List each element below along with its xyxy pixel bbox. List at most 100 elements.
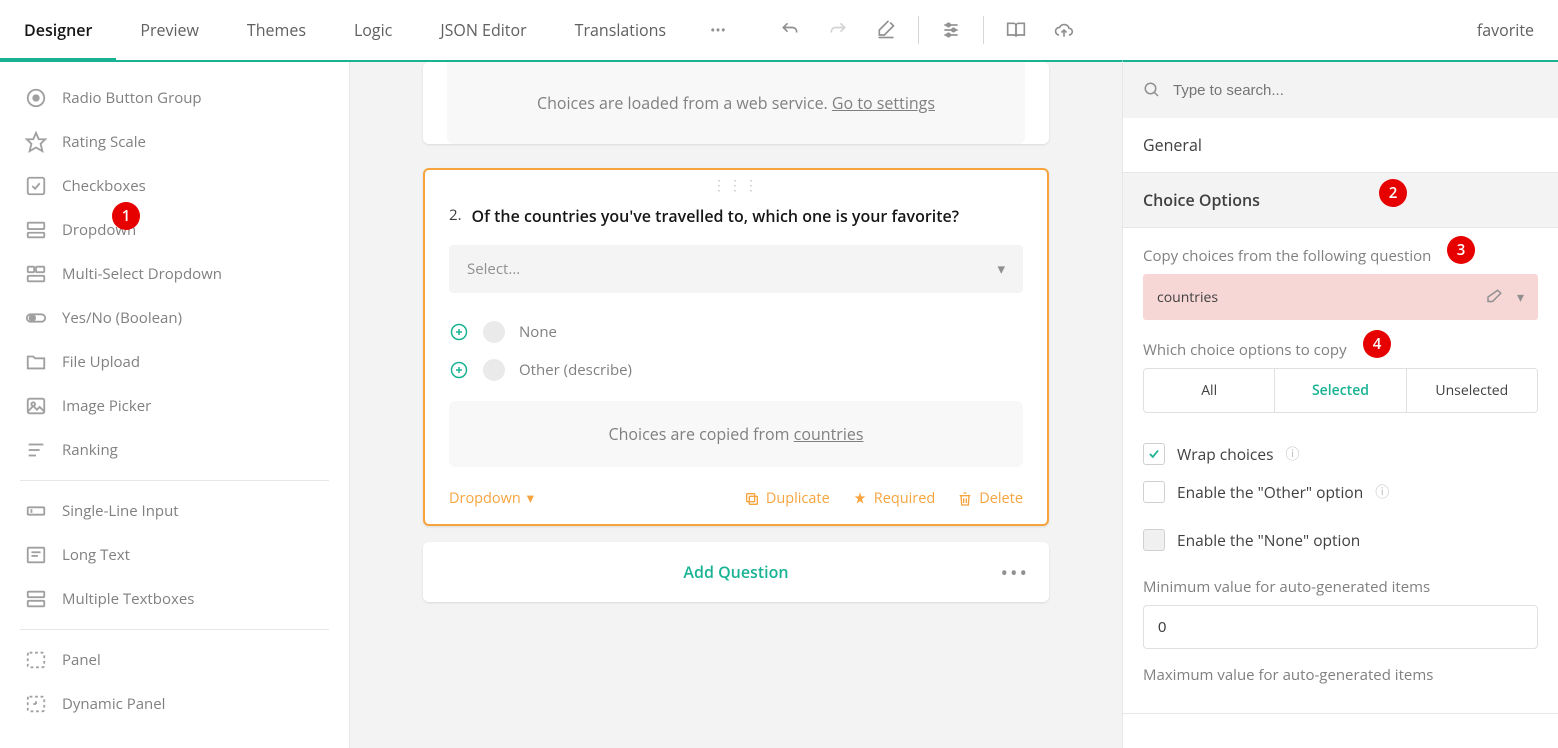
checkbox-icon [24, 174, 48, 198]
dropdown-preview[interactable]: Select... ▾ [449, 245, 1023, 293]
which-copy-label: Which choice options to copy 4 [1143, 340, 1538, 360]
erase-button[interactable] [862, 6, 910, 54]
tab-themes[interactable]: Themes [223, 0, 330, 60]
redo-button[interactable] [814, 6, 862, 54]
step-badge-4: 4 [1363, 330, 1391, 358]
toolbox-item-label: Radio Button Group [62, 88, 202, 108]
required-button[interactable]: Required [852, 489, 935, 508]
option-other-row[interactable]: Other (describe) [449, 351, 1023, 389]
toolbox-item-ranking[interactable]: Ranking [0, 428, 349, 472]
book-icon[interactable] [992, 6, 1040, 54]
toolbox-item-label: Long Text [62, 545, 130, 565]
copy-mode-selected[interactable]: Selected [1274, 369, 1405, 412]
webservice-notice: Choices are loaded from a web service. G… [447, 62, 1025, 144]
toolbox-item-radiogroup[interactable]: Radio Button Group [0, 76, 349, 120]
add-option-icon[interactable] [449, 322, 469, 342]
drag-handle-icon[interactable]: ⋮⋮⋮ [425, 170, 1047, 201]
toolbox-item-text[interactable]: Single-Line Input [0, 489, 349, 533]
add-question-menu-icon[interactable]: ••• [1000, 559, 1029, 586]
min-auto-input[interactable] [1143, 605, 1538, 649]
toolbox-item-label: Dynamic Panel [62, 694, 165, 714]
step-badge-1: 1 [112, 202, 140, 230]
question-title[interactable]: 2. Of the countries you've travelled to,… [449, 205, 1023, 227]
option-label: None [519, 322, 557, 342]
duplicate-button[interactable]: Duplicate [744, 489, 830, 508]
toolbox-item-label: Checkboxes [62, 176, 146, 196]
tab-preview[interactable]: Preview [116, 0, 223, 60]
copy-mode-all[interactable]: All [1144, 369, 1274, 412]
toolbox-item-file[interactable]: File Upload [0, 340, 349, 384]
section-choice-header[interactable]: Choice Options 2 [1123, 173, 1558, 227]
section-general-header[interactable]: General [1123, 118, 1558, 172]
webservice-text: Choices are loaded from a web service. [537, 92, 832, 114]
settings-icon[interactable] [927, 6, 975, 54]
add-option-icon[interactable] [449, 360, 469, 380]
image-icon [24, 394, 48, 418]
toolbox-item-tagbox[interactable]: Multi-Select Dropdown [0, 252, 349, 296]
go-to-settings-link[interactable]: Go to settings [832, 92, 935, 114]
wrap-choices-label: Wrap choices [1177, 443, 1273, 465]
copy-from-select[interactable]: countries ▾ [1143, 274, 1538, 320]
copied-text: Choices are copied from [609, 423, 794, 445]
toolbar-actions [766, 6, 1088, 54]
help-icon[interactable]: ⓘ [1285, 444, 1299, 464]
choices-copied-notice: Choices are copied from countries [449, 401, 1023, 467]
star-icon [24, 130, 48, 154]
wrap-choices-row[interactable]: Wrap choices ⓘ [1143, 435, 1538, 473]
dropdown-icon [24, 218, 48, 242]
eraser-icon[interactable] [1485, 288, 1503, 306]
toolbox-item-imagepicker[interactable]: Image Picker [0, 384, 349, 428]
tab-designer[interactable]: Designer [0, 1, 116, 61]
cloud-upload-icon[interactable] [1040, 6, 1088, 54]
question-card-1[interactable]: Choices are loaded from a web service. G… [423, 62, 1049, 144]
step-badge-3: 3 [1447, 236, 1475, 264]
delete-button[interactable]: Delete [957, 489, 1023, 508]
toolbox-item-panel[interactable]: Panel [0, 638, 349, 682]
wrap-choices-checkbox[interactable] [1143, 443, 1165, 465]
properties-panel: General Choice Options 2 Copy choices fr… [1122, 60, 1558, 748]
undo-button[interactable] [766, 6, 814, 54]
copy-mode-unselected[interactable]: Unselected [1406, 369, 1537, 412]
toolbox-separator [20, 480, 329, 481]
option-label: Other (describe) [519, 360, 632, 380]
workspace: Radio Button Group Rating Scale Checkbox… [0, 62, 1558, 748]
tabs-overflow[interactable]: ••• [690, 21, 746, 40]
toolbox: Radio Button Group Rating Scale Checkbox… [0, 62, 350, 748]
enable-other-row[interactable]: Enable the "Other" option ⓘ [1143, 473, 1538, 511]
toolbox-item-rating[interactable]: Rating Scale [0, 120, 349, 164]
enable-other-checkbox[interactable] [1143, 481, 1165, 503]
toolbox-item-checkboxes[interactable]: Checkboxes [0, 164, 349, 208]
question-type-selector[interactable]: Dropdown ▾ [449, 489, 534, 508]
chevron-down-icon[interactable]: ▾ [1517, 288, 1524, 307]
question-actions: Dropdown ▾ Duplicate Required Delete [425, 479, 1047, 524]
toolbox-item-boolean[interactable]: Yes/No (Boolean) [0, 296, 349, 340]
toolbox-item-label: Ranking [62, 440, 118, 460]
add-question-button[interactable]: Add Question ••• [423, 542, 1049, 602]
question-type-label: Dropdown [449, 489, 521, 508]
property-search-input[interactable] [1173, 82, 1538, 99]
toolbox-item-multipletext[interactable]: Multiple Textboxes [0, 577, 349, 621]
tab-json-editor[interactable]: JSON Editor [416, 0, 550, 60]
enable-none-row[interactable]: Enable the "None" option [1143, 521, 1538, 559]
max-auto-label: Maximum value for auto-generated items [1143, 665, 1538, 685]
question-card-2[interactable]: ⋮⋮⋮ 2. Of the countries you've travelled… [423, 168, 1049, 526]
enable-none-checkbox[interactable] [1143, 529, 1165, 551]
main-tabs: Designer Preview Themes Logic JSON Edito… [0, 0, 746, 60]
toolbox-item-label: Single-Line Input [62, 501, 179, 521]
help-icon[interactable]: ⓘ [1375, 482, 1389, 502]
toolbox-item-paneldynamic[interactable]: Dynamic Panel [0, 682, 349, 726]
toolbox-item-comment[interactable]: Long Text [0, 533, 349, 577]
search-icon [1143, 81, 1161, 99]
toolbar-separator [983, 16, 984, 44]
tab-translations[interactable]: Translations [551, 0, 690, 60]
toolbox-item-dropdown[interactable]: Dropdown 1 [0, 208, 349, 252]
survey-title: favorite [1453, 19, 1558, 41]
copied-from-link[interactable]: countries [794, 423, 864, 445]
property-search[interactable] [1123, 62, 1558, 118]
delete-label: Delete [979, 489, 1023, 508]
section-general[interactable]: General [1123, 118, 1558, 173]
tab-logic[interactable]: Logic [330, 0, 416, 60]
chevron-down-icon: ▾ [997, 259, 1005, 279]
toolbox-item-label: Panel [62, 650, 101, 670]
option-none-row[interactable]: None [449, 313, 1023, 351]
